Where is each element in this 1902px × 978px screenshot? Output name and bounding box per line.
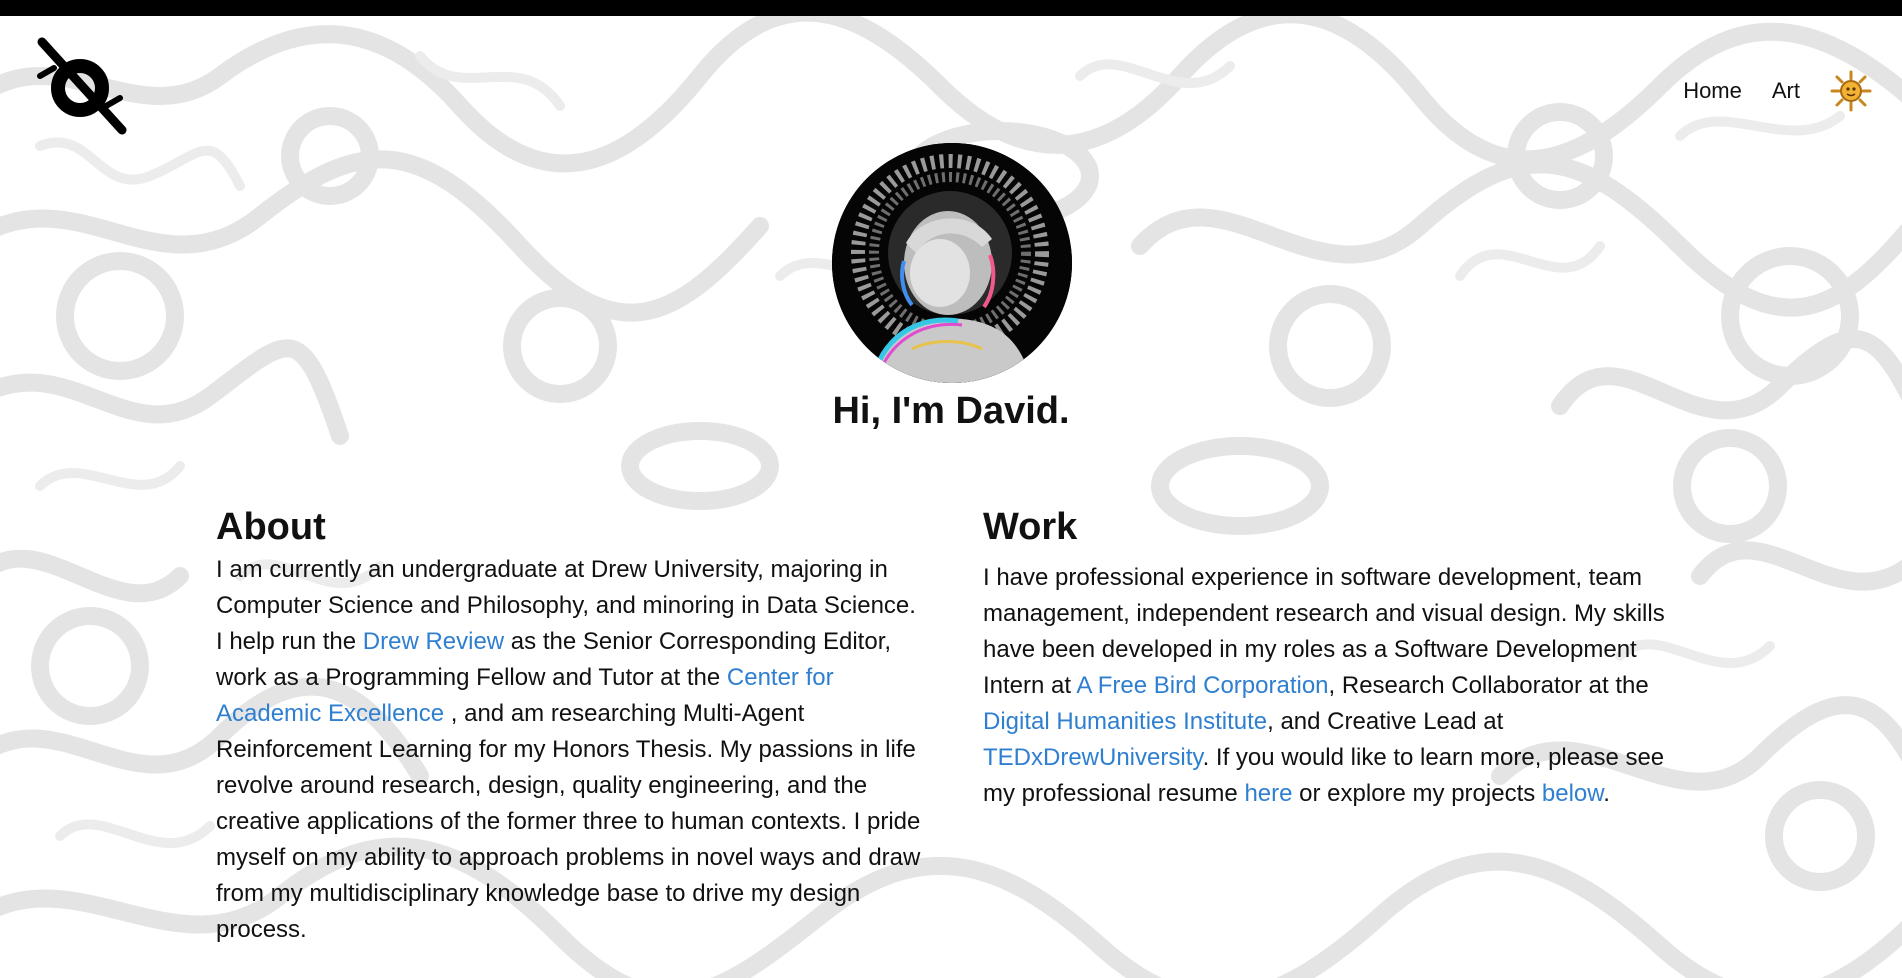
- profile-photo: [832, 143, 1072, 383]
- drew-review-link[interactable]: Drew Review: [363, 628, 504, 655]
- work-text-3: , and Creative Lead at: [1267, 708, 1504, 735]
- work-paragraph: I have professional experience in softwa…: [983, 560, 1683, 812]
- sun-icon[interactable]: [1830, 70, 1872, 112]
- resume-link[interactable]: here: [1244, 780, 1292, 807]
- logo-icon[interactable]: [36, 36, 128, 136]
- about-heading: About: [216, 506, 326, 548]
- top-nav: Home Art: [1683, 70, 1872, 112]
- about-paragraph: I am currently an undergraduate at Drew …: [216, 552, 926, 948]
- nav-home-link[interactable]: Home: [1683, 78, 1742, 104]
- projects-link[interactable]: below: [1542, 780, 1603, 807]
- work-heading: Work: [983, 506, 1078, 548]
- page: Home Art Hi, I'm David. About I am curre…: [0, 0, 1902, 978]
- tedx-link[interactable]: TEDxDrewUniversity: [983, 744, 1203, 771]
- about-text-3: , and am researching Multi-Agent Reinfor…: [216, 700, 921, 943]
- about-section: About I am currently an undergraduate at…: [216, 502, 926, 948]
- page-title: Hi, I'm David.: [832, 390, 1070, 432]
- work-text-6: .: [1603, 780, 1610, 807]
- avatar: [832, 143, 1072, 383]
- work-section: Work I have professional experience in s…: [983, 502, 1683, 812]
- top-bar: [0, 0, 1902, 16]
- dhi-link[interactable]: Digital Humanities Institute: [983, 708, 1267, 735]
- nav-art-link[interactable]: Art: [1772, 78, 1800, 104]
- work-text-2: , Research Collaborator at the: [1328, 672, 1649, 699]
- work-text-5: or explore my projects: [1292, 780, 1542, 807]
- free-bird-link[interactable]: A Free Bird Corporation: [1076, 672, 1328, 699]
